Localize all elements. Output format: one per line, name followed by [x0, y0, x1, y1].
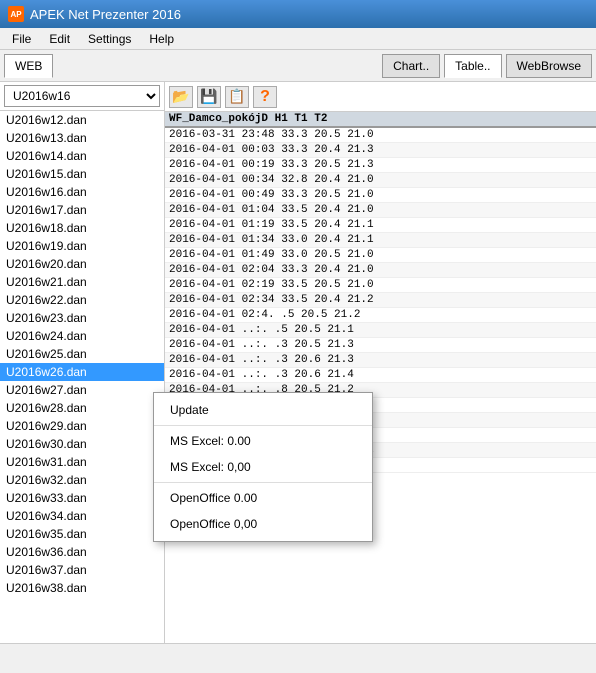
- app-title: APEK Net Prezenter 2016: [30, 7, 181, 22]
- file-list-item[interactable]: U2016w37.dan: [0, 561, 164, 579]
- table-row: 2016-03-31 23:48 33.3 20.5 21.0: [165, 128, 596, 143]
- question-icon: ?: [260, 88, 270, 106]
- table-row: 2016-04-01 01:49 33.0 20.5 21.0: [165, 248, 596, 263]
- menu-bar: File Edit Settings Help: [0, 28, 596, 50]
- file-list-item[interactable]: U2016w29.dan: [0, 417, 164, 435]
- table-row: 2016-04-01 01:19 33.5 20.4 21.1: [165, 218, 596, 233]
- file-list-item[interactable]: U2016w12.dan: [0, 111, 164, 129]
- tab-webbrowse[interactable]: WebBrowse: [506, 54, 592, 78]
- file-list-item[interactable]: U2016w31.dan: [0, 453, 164, 471]
- menu-settings[interactable]: Settings: [80, 30, 139, 48]
- folder-button[interactable]: 📂: [169, 86, 193, 108]
- data-table: WF_Damco_pokójD H1 T1 T2 2016-03-31 23:4…: [165, 112, 596, 643]
- save-button[interactable]: 💾: [197, 86, 221, 108]
- menu-edit[interactable]: Edit: [41, 30, 78, 48]
- tab-web[interactable]: WEB: [4, 54, 53, 78]
- file-list: U2016w12.danU2016w13.danU2016w14.danU201…: [0, 111, 164, 643]
- table-row: 2016-04-01 00:49 33.3 20.5 21.0: [165, 188, 596, 203]
- table-row: 2016-04-01 ..:. .3 20.6 21.4: [165, 368, 596, 383]
- table-row: 2016-04-01 01:04 33.5 20.4 21.0: [165, 203, 596, 218]
- table-row: 2016-04-01 00:03 33.3 20.4 21.3: [165, 143, 596, 158]
- title-bar: AP APEK Net Prezenter 2016: [0, 0, 596, 28]
- file-list-item[interactable]: U2016w35.dan: [0, 525, 164, 543]
- menu-help[interactable]: Help: [141, 30, 182, 48]
- table-row: 2016-04-01 00:34 32.8 20.4 21.0: [165, 173, 596, 188]
- table-row: 2016-04-01 ..:. .5 20.5 21.1: [165, 323, 596, 338]
- header-text: WF_Damco_pokójD H1 T1 T2: [169, 113, 327, 125]
- table-row: 2016-04-01 ..:. .3 20.5 21.3: [165, 338, 596, 353]
- main-area: U2016w16 U2016w12.danU2016w13.danU2016w1…: [0, 82, 596, 643]
- file-list-item[interactable]: U2016w26.dan: [0, 363, 164, 381]
- context-menu-item[interactable]: Update: [154, 397, 372, 423]
- file-list-item[interactable]: U2016w20.dan: [0, 255, 164, 273]
- file-list-item[interactable]: U2016w14.dan: [0, 147, 164, 165]
- tab-chart[interactable]: Chart..: [382, 54, 440, 78]
- toolbar: WEB Chart.. Table.. WebBrowse: [0, 50, 596, 82]
- file-list-item[interactable]: U2016w13.dan: [0, 129, 164, 147]
- table-row: 2016-04-01 02:19 33.5 20.5 21.0: [165, 278, 596, 293]
- file-list-item[interactable]: U2016w16.dan: [0, 183, 164, 201]
- file-list-item[interactable]: U2016w24.dan: [0, 327, 164, 345]
- folder-icon: 📂: [172, 88, 189, 105]
- file-list-item[interactable]: U2016w22.dan: [0, 291, 164, 309]
- file-list-item[interactable]: U2016w17.dan: [0, 201, 164, 219]
- table-header: WF_Damco_pokójD H1 T1 T2: [165, 112, 596, 128]
- file-list-item[interactable]: U2016w21.dan: [0, 273, 164, 291]
- left-panel: U2016w16 U2016w12.danU2016w13.danU2016w1…: [0, 82, 165, 643]
- table-row: 2016-04-01 02:4. .5 20.5 21.2: [165, 308, 596, 323]
- copy-button[interactable]: 📋: [225, 86, 249, 108]
- file-list-item[interactable]: U2016w36.dan: [0, 543, 164, 561]
- menu-file[interactable]: File: [4, 30, 39, 48]
- context-menu-item[interactable]: MS Excel: 0,00: [154, 454, 372, 480]
- table-row: 2016-04-01 00:19 33.3 20.5 21.3: [165, 158, 596, 173]
- help-button[interactable]: ?: [253, 86, 277, 108]
- week-dropdown[interactable]: U2016w16: [4, 85, 160, 107]
- table-row: 2016-04-01 02:34 33.5 20.4 21.2: [165, 293, 596, 308]
- context-menu-item[interactable]: OpenOffice 0,00: [154, 511, 372, 537]
- copy-icon: 📋: [228, 88, 245, 105]
- table-row: 2016-04-01 ..:. .3 20.6 21.3: [165, 353, 596, 368]
- context-menu-divider: [154, 482, 372, 483]
- app-icon: AP: [8, 6, 24, 22]
- file-list-item[interactable]: U2016w19.dan: [0, 237, 164, 255]
- file-list-item[interactable]: U2016w34.dan: [0, 507, 164, 525]
- file-list-item[interactable]: U2016w32.dan: [0, 471, 164, 489]
- file-list-item[interactable]: U2016w30.dan: [0, 435, 164, 453]
- context-menu-item[interactable]: OpenOffice 0.00: [154, 485, 372, 511]
- bottom-bar: [0, 643, 596, 673]
- file-list-item[interactable]: U2016w33.dan: [0, 489, 164, 507]
- save-icon: 💾: [200, 88, 217, 105]
- table-row: 2016-04-01 01:34 33.0 20.4 21.1: [165, 233, 596, 248]
- file-list-item[interactable]: U2016w25.dan: [0, 345, 164, 363]
- context-menu: Update MS Excel: 0.00MS Excel: 0,00 OpenOf…: [153, 392, 373, 542]
- context-menu-divider: [154, 425, 372, 426]
- file-list-item[interactable]: U2016w38.dan: [0, 579, 164, 597]
- file-list-item[interactable]: U2016w27.dan: [0, 381, 164, 399]
- tab-table[interactable]: Table..: [444, 54, 501, 78]
- file-list-item[interactable]: U2016w23.dan: [0, 309, 164, 327]
- file-list-item[interactable]: U2016w18.dan: [0, 219, 164, 237]
- context-menu-item[interactable]: MS Excel: 0.00: [154, 428, 372, 454]
- right-panel: 📂 💾 📋 ? WF_Damco_pokójD H1 T1 T2 2016-03…: [165, 82, 596, 643]
- table-row: 2016-04-01 02:04 33.3 20.4 21.0: [165, 263, 596, 278]
- right-toolbar: 📂 💾 📋 ?: [165, 82, 596, 112]
- dropdown-row: U2016w16: [0, 82, 164, 111]
- file-list-item[interactable]: U2016w28.dan: [0, 399, 164, 417]
- file-list-item[interactable]: U2016w15.dan: [0, 165, 164, 183]
